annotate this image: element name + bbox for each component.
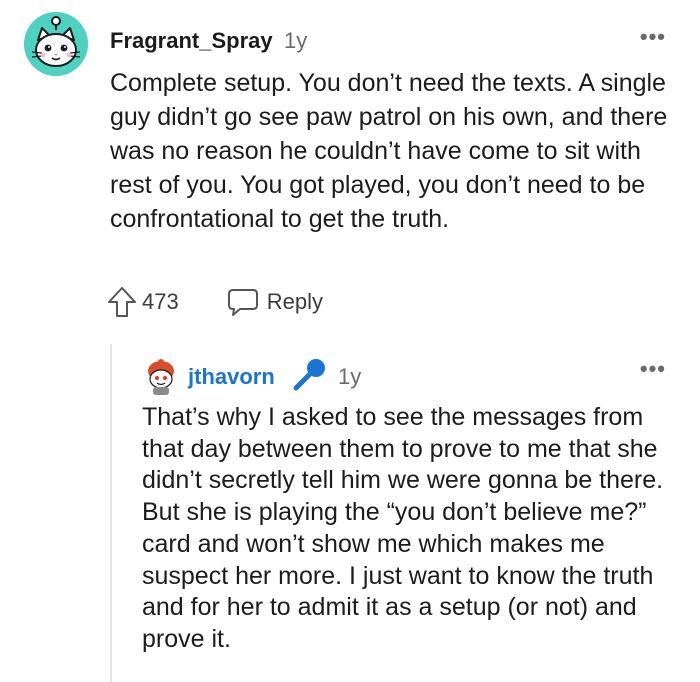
user-avatar[interactable]: [24, 12, 88, 76]
reply-username[interactable]: jthavorn: [188, 364, 275, 390]
upvote-arrow-icon: [108, 287, 136, 317]
upvote-button[interactable]: 473: [106, 285, 179, 319]
more-options-icon[interactable]: •••: [640, 24, 666, 50]
comment-age: 1y: [284, 28, 308, 53]
comment-username[interactable]: Fragrant_Spray: [110, 28, 273, 54]
reply-label: Reply: [266, 289, 323, 314]
snoo-cat-avatar-icon: [24, 12, 88, 76]
upvote-count: 473: [142, 289, 179, 314]
comment-bubble-icon: [227, 289, 258, 316]
thread-line[interactable]: [110, 344, 112, 682]
comment-actions: 473 Reply: [106, 284, 323, 320]
reply-avatar[interactable]: [142, 358, 180, 396]
microphone-icon: [293, 359, 325, 391]
comment-body: Complete setup. You don’t need the texts…: [110, 69, 668, 233]
reply-button[interactable]: Reply: [227, 287, 323, 317]
snoo-avatar-icon: [142, 358, 180, 396]
reply-body: That’s why I asked to see the messages f…: [142, 403, 664, 653]
more-options-icon[interactable]: •••: [640, 356, 666, 382]
reply-age: 1y: [338, 364, 362, 389]
